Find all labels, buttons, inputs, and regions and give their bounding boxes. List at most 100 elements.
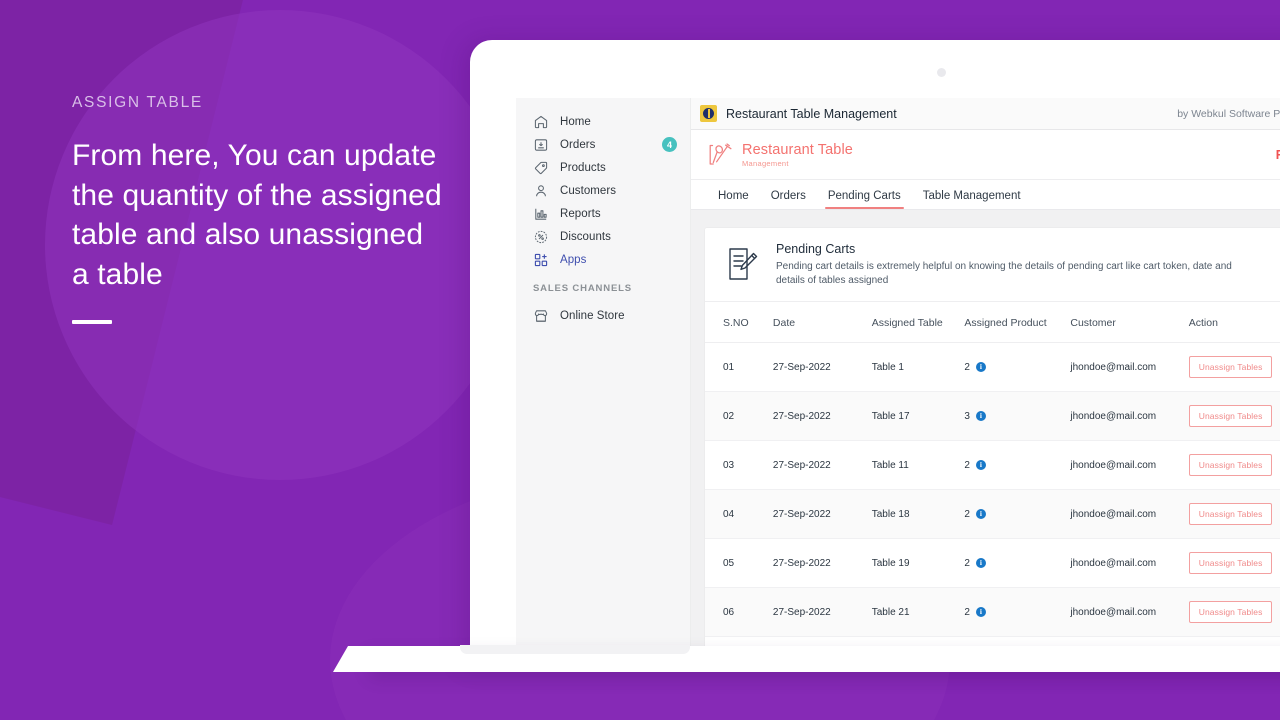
- discounts-icon: [533, 229, 549, 245]
- unassign-tables-button[interactable]: Unassign Tables: [1188, 454, 1273, 476]
- cell-product: 2 i: [964, 342, 1071, 392]
- promo-eyebrow: ASSIGN TABLE: [72, 94, 203, 111]
- info-icon[interactable]: i: [975, 411, 986, 421]
- cell-table: Table 1: [871, 342, 965, 392]
- table-header-row: S.NO Date Assigned Table Assigned Produc…: [705, 302, 1280, 343]
- laptop-frame: Home Orders 4 Products Customers Reports…: [470, 40, 1280, 665]
- sidebar-item-label: Reports: [560, 207, 601, 220]
- tab-orders[interactable]: Orders: [760, 190, 817, 209]
- customer-email: jhondoe@mail.com: [1070, 410, 1157, 422]
- column-header-action: Action: [1188, 302, 1280, 343]
- cell-table: Table 11: [871, 440, 965, 490]
- unassign-tables-button[interactable]: Unassign Tables: [1188, 503, 1273, 525]
- promo-stage: ASSIGN TABLE From here, You can update t…: [0, 0, 1280, 720]
- sidebar-item-label: Customers: [560, 184, 617, 197]
- sidebar-item-customers[interactable]: Customers: [516, 179, 690, 202]
- cell-action: Unassign Tables: [1188, 391, 1280, 441]
- tab-home[interactable]: Home: [707, 190, 760, 209]
- document-pen-icon: [722, 244, 762, 284]
- table-row[interactable]: 01 27-Sep-2022 Table 1 2 i jhondoe@mail.…: [705, 342, 1280, 392]
- sidebar-item-discounts[interactable]: Discounts: [516, 225, 690, 248]
- cell-product: 2 i: [964, 440, 1071, 490]
- tab-table-management[interactable]: Table Management: [912, 190, 1032, 209]
- webcam-dot: [937, 68, 946, 77]
- cell-product: 2 i: [964, 538, 1071, 588]
- cell-action: Unassign Tables: [1188, 538, 1280, 588]
- cell-date: 27-Sep-2022: [772, 538, 872, 588]
- tab-pending-carts[interactable]: Pending Carts: [817, 190, 912, 209]
- sidebar-item-online-store[interactable]: Online Store: [516, 304, 690, 327]
- promo-underline-rule: [72, 320, 112, 324]
- sidebar-item-label: Home: [560, 115, 591, 128]
- unassign-tables-button[interactable]: Unassign Tables: [1188, 356, 1273, 378]
- fork-spoon-logo-icon: [707, 142, 737, 168]
- table-row[interactable]: 06 27-Sep-2022 Table 21 2 i jhondoe@mail…: [705, 587, 1280, 637]
- cell-table: Table 17: [871, 391, 965, 441]
- faq-link[interactable]: FAQ: [1276, 148, 1280, 162]
- sidebar-item-label: Discounts: [560, 230, 611, 243]
- promo-copy: ASSIGN TABLE From here, You can update t…: [72, 94, 442, 324]
- customer-email: jhondoe@mail.com: [1070, 361, 1157, 373]
- sidebar-item-products[interactable]: Products: [516, 156, 690, 179]
- cell-customer: jhondoe@mail.com: [1070, 440, 1189, 490]
- card-description: Pending cart details is extremely helpfu…: [776, 261, 1232, 286]
- table-row[interactable]: 02 27-Sep-2022 Table 17 3 i jhondoe@mail…: [705, 391, 1280, 441]
- products-icon: [533, 160, 549, 176]
- column-header-sno: S.NO: [705, 302, 773, 343]
- info-icon[interactable]: i: [975, 558, 986, 568]
- customer-email: jhondoe@mail.com: [1070, 557, 1157, 569]
- column-header-date: Date: [772, 302, 872, 343]
- embedded-app: Restaurant Table Management by Webkul So…: [691, 98, 1280, 665]
- apps-icon: [533, 252, 549, 268]
- cell-action: Unassign Tables: [1188, 489, 1280, 539]
- customer-email: jhondoe@mail.com: [1070, 459, 1157, 471]
- cell-sno: 04: [705, 489, 773, 539]
- info-icon[interactable]: i: [975, 460, 986, 470]
- sidebar-item-label: Apps: [560, 253, 587, 266]
- product-qty: 3: [964, 410, 970, 422]
- app-logo-icon: [700, 105, 717, 122]
- sidebar-item-apps[interactable]: Apps: [516, 248, 690, 271]
- table-row[interactable]: 04 27-Sep-2022 Table 18 2 i jhondoe@mail…: [705, 489, 1280, 539]
- cell-date: 27-Sep-2022: [772, 440, 872, 490]
- cell-sno: 01: [705, 342, 773, 392]
- sidebar-item-home[interactable]: Home: [516, 110, 690, 133]
- unassign-tables-button[interactable]: Unassign Tables: [1188, 601, 1273, 623]
- unassign-tables-button[interactable]: Unassign Tables: [1188, 405, 1273, 427]
- product-qty: 2: [964, 459, 970, 471]
- card-header: Pending Carts Pending cart details is ex…: [705, 228, 1280, 302]
- table-row[interactable]: 05 27-Sep-2022 Table 19 2 i jhondoe@mail…: [705, 538, 1280, 588]
- cell-date: 27-Sep-2022: [772, 342, 872, 392]
- cell-date: 27-Sep-2022: [772, 587, 872, 637]
- sidebar-item-label: Products: [560, 161, 606, 174]
- info-icon[interactable]: i: [975, 509, 986, 519]
- cell-customer: jhondoe@mail.com: [1070, 489, 1189, 539]
- sidebar-item-orders[interactable]: Orders 4: [516, 133, 690, 156]
- cell-product: 3 i: [964, 391, 1071, 441]
- cell-sno: 03: [705, 440, 773, 490]
- shopify-sidebar: Home Orders 4 Products Customers Reports…: [516, 98, 691, 665]
- info-icon[interactable]: i: [975, 362, 986, 372]
- cell-customer: jhondoe@mail.com: [1070, 587, 1189, 637]
- cell-customer: jhondoe@mail.com: [1070, 391, 1189, 441]
- sidebar-item-label: Online Store: [560, 309, 625, 322]
- pending-carts-table: S.NO Date Assigned Table Assigned Produc…: [705, 302, 1280, 665]
- app-tabbar: Home Orders Pending Carts Table Manageme…: [691, 180, 1280, 210]
- app-brandbar: Restaurant Table Management FAQ: [691, 130, 1280, 180]
- cell-sno: 06: [705, 587, 773, 637]
- table-body: 01 27-Sep-2022 Table 1 2 i jhondoe@mail.…: [705, 342, 1280, 665]
- sidebar-section-title: SALES CHANNELS: [533, 283, 632, 294]
- customer-email: jhondoe@mail.com: [1070, 508, 1157, 520]
- reports-icon: [533, 206, 549, 222]
- brand-text: Restaurant Table Management: [742, 142, 853, 168]
- pending-carts-card: Pending Carts Pending cart details is ex…: [705, 228, 1280, 665]
- cell-sno: 05: [705, 538, 773, 588]
- sidebar-item-reports[interactable]: Reports: [516, 202, 690, 225]
- customers-icon: [533, 183, 549, 199]
- info-icon[interactable]: i: [975, 607, 986, 617]
- table-row[interactable]: 03 27-Sep-2022 Table 11 2 i jhondoe@mail…: [705, 440, 1280, 490]
- unassign-tables-button[interactable]: Unassign Tables: [1188, 552, 1273, 574]
- laptop-trackpad-notch: [460, 645, 690, 654]
- store-icon: [533, 308, 549, 324]
- app-title: Restaurant Table Management: [726, 106, 897, 121]
